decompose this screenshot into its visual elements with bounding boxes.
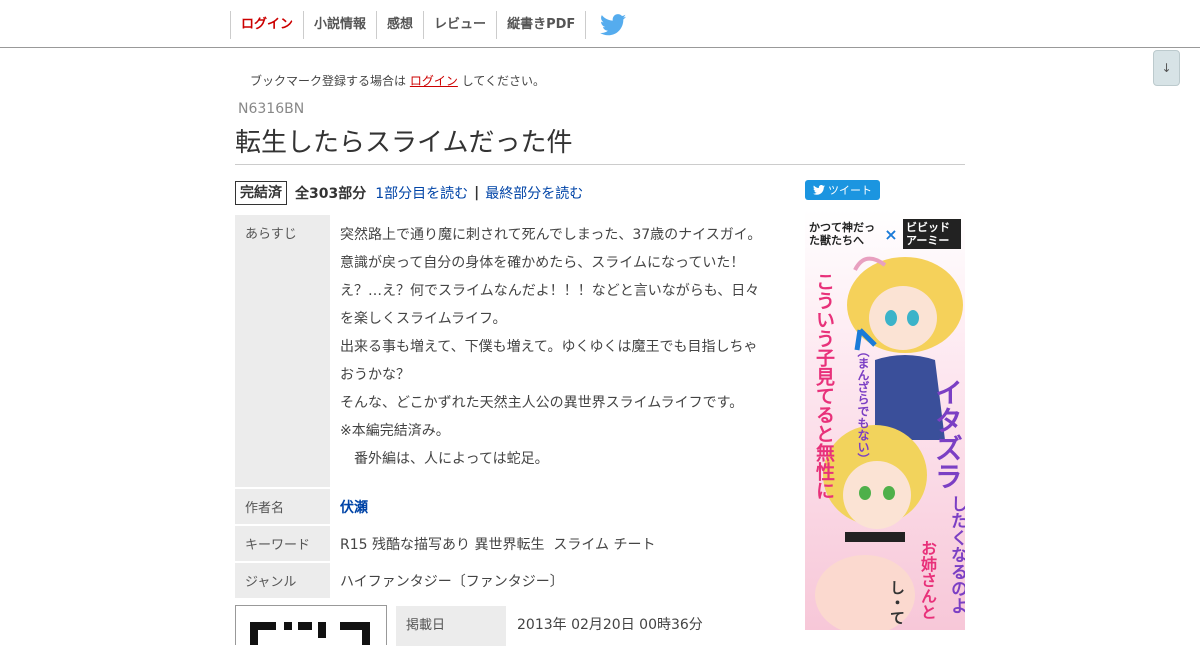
tweet-label: ツイート bbox=[828, 184, 872, 197]
author-label: 作者名 bbox=[235, 489, 330, 524]
top-bar: ログイン 小説情報 感想 レビュー 縦書きPDF bbox=[0, 0, 1200, 48]
episode-count: 全303部分 bbox=[295, 185, 367, 202]
bookmark-login-link[interactable]: ログイン bbox=[410, 74, 458, 88]
keyword-label: キーワード bbox=[235, 526, 330, 561]
ad-copy-4: したくなるのよ bbox=[947, 495, 965, 614]
author-cell: 伏瀬 bbox=[330, 489, 378, 525]
synopsis-line: ※本編完結済み。 bbox=[340, 423, 450, 439]
nav-impressions[interactable]: 感想 bbox=[376, 11, 423, 39]
synopsis-line: え？…え？何でスライムなんだよ！！！などと言いながらも、日々 bbox=[340, 283, 760, 299]
synopsis-line: 意識が戻って自分の身体を確かめたら、スライムになっていた！ bbox=[340, 255, 745, 271]
qr-code bbox=[235, 605, 387, 645]
ad-copy-5: お姉さんと bbox=[918, 540, 937, 620]
ad-copy-1: こういう子見てると無性に bbox=[813, 272, 835, 500]
page-title: 転生したらスライムだった件 bbox=[235, 122, 965, 165]
author-link[interactable]: 伏瀬 bbox=[340, 500, 368, 516]
status-line: 完結済 全303部分 1部分目を読む | 最終部分を読む bbox=[235, 180, 583, 205]
status-badge: 完結済 bbox=[235, 180, 287, 205]
nav-reviews[interactable]: レビュー bbox=[423, 11, 496, 39]
synopsis-label: あらすじ bbox=[235, 215, 330, 487]
twitter-bird-icon bbox=[813, 185, 825, 195]
link-separator: | bbox=[474, 184, 480, 201]
genre: ハイファンタジー〔ファンタジー〕 bbox=[340, 574, 564, 590]
ncode: N6316BN bbox=[238, 101, 305, 117]
synopsis-line: 出来る事も増えて、下僕も増えて。ゆくゆくは魔王でも目指しちゃ bbox=[340, 339, 758, 355]
synopsis-text: 突然路上で通り魔に刺されて死んでしまった、37歳のナイスガイ。 意識が戻って自分… bbox=[330, 215, 771, 487]
read-last-link[interactable]: 最終部分を読む bbox=[485, 183, 583, 203]
keywords: R15 残酷な描写あり 異世界転生 スライム チート bbox=[340, 537, 656, 553]
ad-copy-6: し・て・ bbox=[888, 580, 906, 630]
synopsis-row: あらすじ 突然路上で通り魔に刺されて死んでしまった、37歳のナイスガイ。 意識が… bbox=[235, 215, 771, 487]
nav-novel-info[interactable]: 小説情報 bbox=[303, 11, 376, 39]
keyword-row: キーワード R15 残酷な描写あり 異世界転生 スライム チート bbox=[235, 526, 666, 562]
published-date: 2013年 02月20日 00時36分 bbox=[517, 617, 703, 633]
bookmark-note: ブックマーク登録する場合は ログイン してください。 bbox=[250, 72, 545, 89]
bookmark-note-after: してください。 bbox=[461, 74, 545, 88]
twitter-bird-icon bbox=[600, 14, 627, 36]
synopsis-line: 番外編は、人によっては蛇足。 bbox=[340, 451, 549, 467]
bookmark-note-before: ブックマーク登録する場合は bbox=[250, 74, 407, 88]
read-first-link[interactable]: 1部分目を読む bbox=[375, 183, 468, 203]
nav-vertical-pdf[interactable]: 縦書きPDF bbox=[496, 11, 585, 39]
synopsis-line: そんな、どこかずれた天然主人公の異世界スライムライフです。 bbox=[340, 395, 744, 411]
ad-copy-2: （まんざらでもない） bbox=[856, 345, 870, 465]
published-row: 掲載日 2013年 02月20日 00時36分 bbox=[396, 606, 714, 646]
tweet-button[interactable]: ツイート bbox=[805, 180, 880, 200]
scroll-down-button[interactable]: ↓ bbox=[1153, 50, 1180, 86]
ad-copy-3: イタズラ bbox=[931, 378, 964, 490]
author-row: 作者名 伏瀬 bbox=[235, 489, 378, 525]
nav-twitter[interactable] bbox=[585, 11, 640, 39]
synopsis-line: を楽しくスライムライフ。 bbox=[340, 311, 507, 327]
synopsis-line: おうかな？ bbox=[340, 367, 410, 383]
published-label: 掲載日 bbox=[396, 606, 506, 646]
genre-label: ジャンル bbox=[235, 563, 330, 598]
synopsis-line: 突然路上で通り魔に刺されて死んでしまった、37歳のナイスガイ。 bbox=[340, 227, 762, 243]
nav-login[interactable]: ログイン bbox=[230, 11, 303, 39]
ad-banner[interactable]: かつて神だった獣たちへ × ビビッドアーミー こういう子見てると無性に （まんざ… bbox=[805, 210, 965, 630]
genre-row: ジャンル ハイファンタジー〔ファンタジー〕 bbox=[235, 563, 574, 599]
main-nav: ログイン 小説情報 感想 レビュー 縦書きPDF bbox=[230, 11, 640, 39]
